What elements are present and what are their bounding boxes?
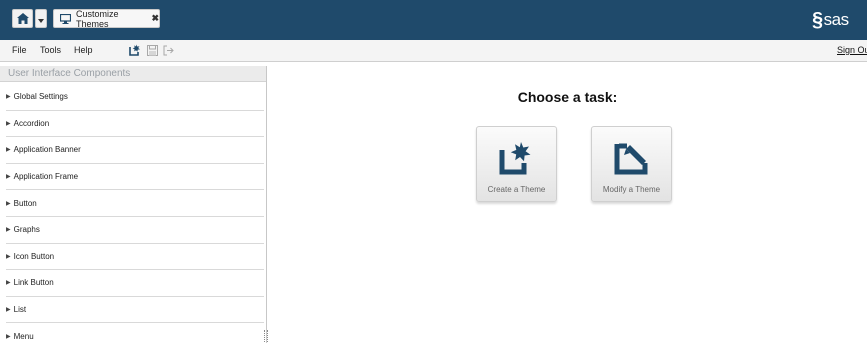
new-theme-icon[interactable] (128, 43, 142, 57)
panel-header: User Interface Components (0, 66, 266, 82)
menu-tools[interactable]: Tools (40, 45, 61, 55)
sign-out-link[interactable]: Sign Out (837, 45, 867, 55)
chevron-down-icon (38, 10, 44, 28)
home-menu-button[interactable] (35, 9, 47, 28)
component-label: Accordion (13, 118, 50, 128)
home-button[interactable] (12, 9, 33, 28)
component-button[interactable]: ▶ Button (6, 190, 264, 217)
page-title: Choose a task: (517, 89, 618, 105)
component-label: Link Button (13, 278, 54, 288)
component-label: Application Frame (13, 172, 79, 182)
caret-right-icon: ▶ (6, 174, 11, 181)
menu-file[interactable]: File (12, 45, 27, 55)
sas-logo-text: sas (823, 10, 849, 29)
component-label: Icon Button (13, 251, 55, 261)
caret-right-icon: ▶ (6, 200, 11, 207)
menu-help[interactable]: Help (74, 45, 93, 55)
component-list: ▶ Global Settings ▶ Accordion ▶ Application… (0, 84, 266, 343)
component-label: Application Banner (13, 145, 81, 155)
modify-theme-label: Modify a Theme (602, 185, 661, 194)
caret-right-icon: ▶ (6, 94, 11, 101)
sas-logo: § sas (812, 9, 867, 31)
caret-right-icon: ▶ (6, 307, 11, 314)
component-label: Button (13, 198, 37, 208)
component-label: Graphs (13, 225, 40, 235)
component-icon-button[interactable]: ▶ Icon Button (6, 244, 264, 271)
modify-theme-button[interactable]: Modify a Theme (591, 126, 672, 202)
caret-right-icon: ▶ (6, 147, 11, 154)
home-icon (16, 13, 29, 24)
save-icon[interactable] (145, 43, 159, 57)
monitor-icon (60, 13, 71, 24)
caret-right-icon: ▶ (6, 253, 11, 260)
create-theme-icon (499, 141, 535, 175)
caret-right-icon: ▶ (6, 120, 11, 127)
caret-right-icon: ▶ (6, 334, 11, 341)
component-list[interactable]: ▶ List (6, 297, 264, 324)
component-label: Menu (13, 332, 34, 342)
sas-logo-mark-icon: § (812, 9, 823, 31)
components-panel: User Interface Components ▶ Global Settin… (0, 66, 268, 343)
component-label: List (13, 305, 27, 315)
component-global-settings[interactable]: ▶ Global Settings (6, 84, 264, 111)
tab-label: Customize Themes (76, 8, 119, 29)
caret-right-icon: ▶ (6, 227, 11, 234)
component-graphs[interactable]: ▶ Graphs (6, 217, 264, 244)
close-icon[interactable]: ✖ (151, 13, 159, 24)
modify-theme-icon (614, 141, 650, 175)
component-menu[interactable]: ▶ Menu (6, 323, 264, 343)
export-icon[interactable] (161, 43, 175, 57)
component-label: Global Settings (13, 92, 68, 102)
application-banner: Customize Themes ✖ § sas (0, 0, 867, 40)
tab-customize-themes[interactable]: Customize Themes ✖ (53, 8, 160, 29)
create-theme-label: Create a Theme (487, 185, 546, 194)
component-application-frame[interactable]: ▶ Application Frame (6, 164, 264, 191)
caret-right-icon: ▶ (6, 280, 11, 287)
component-application-banner[interactable]: ▶ Application Banner (6, 137, 264, 164)
create-theme-button[interactable]: Create a Theme (476, 126, 557, 202)
component-accordion[interactable]: ▶ Accordion (6, 111, 264, 138)
component-link-button[interactable]: ▶ Link Button (6, 270, 264, 297)
menu-bar: File Tools Help Sign Out (0, 40, 867, 62)
main-content: Choose a task: Create a Theme Modify a T… (268, 62, 867, 343)
